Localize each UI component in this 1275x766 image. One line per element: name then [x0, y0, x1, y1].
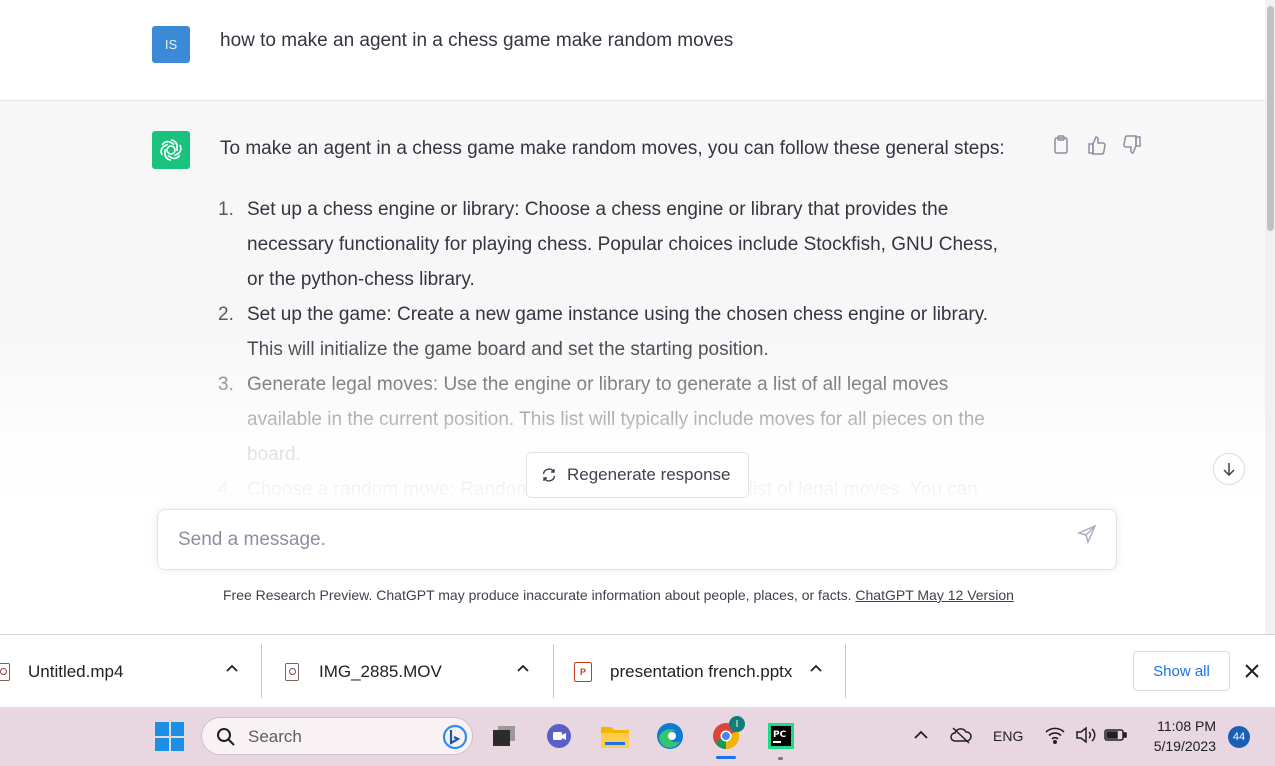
active-app-indicator	[716, 756, 736, 759]
video-file-icon	[0, 663, 10, 681]
assistant-message-row: To make an agent in a chess game make ra…	[0, 101, 1265, 501]
thumbs-down-icon[interactable]	[1122, 135, 1142, 157]
disclaimer: Free Research Preview. ChatGPT may produ…	[223, 587, 1014, 603]
clock-time: 11:08 PM	[1157, 718, 1216, 734]
chatgpt-logo-icon	[152, 131, 190, 169]
list-item-line: Generate legal moves: Use the engine or …	[247, 374, 949, 395]
message-composer	[157, 509, 1117, 570]
send-icon	[1077, 524, 1097, 544]
send-button[interactable]	[1074, 521, 1100, 547]
thumbs-up-icon[interactable]	[1087, 135, 1107, 157]
file-explorer-icon[interactable]	[600, 721, 630, 751]
task-view-icon[interactable]	[489, 721, 519, 751]
edge-browser-icon[interactable]	[655, 721, 685, 751]
bing-icon[interactable]	[442, 724, 468, 750]
list-item-line: available in the current position. This …	[247, 409, 985, 430]
download-item[interactable]: P presentation french.pptx	[574, 645, 792, 699]
version-link[interactable]: ChatGPT May 12 Version	[855, 587, 1013, 603]
assistant-intro-text: To make an agent in a chess game make ra…	[220, 138, 1005, 159]
windows-start-icon[interactable]	[155, 722, 184, 751]
volume-icon[interactable]	[1075, 725, 1097, 745]
onedrive-offline-icon[interactable]	[950, 725, 972, 745]
clock-date: 5/19/2023	[1153, 738, 1216, 754]
list-item: 2. Set up the game: Create a new game in…	[218, 297, 1048, 367]
chevron-up-icon[interactable]	[224, 660, 240, 676]
disclaimer-text: Free Research Preview. ChatGPT may produ…	[223, 587, 856, 603]
system-clock[interactable]: 11:08 PM 5/19/2023	[1140, 716, 1216, 756]
battery-icon[interactable]	[1104, 727, 1128, 743]
download-filename: presentation french.pptx	[610, 662, 793, 681]
teams-chat-icon[interactable]	[544, 721, 574, 751]
list-item-line: Set up a chess engine or library: Choose…	[247, 199, 949, 220]
user-message-text: how to make an agent in a chess game mak…	[220, 30, 734, 51]
pycharm-icon[interactable]: PC	[766, 721, 796, 751]
close-icon[interactable]	[1243, 662, 1261, 680]
download-item[interactable]: IMG_2885.MOV	[285, 645, 442, 699]
search-icon	[217, 728, 235, 746]
list-item-line: or the python-chess library.	[247, 269, 475, 290]
list-item-line: Set up the game: Create a new game insta…	[247, 304, 989, 325]
wifi-icon[interactable]	[1044, 725, 1066, 745]
regenerate-button[interactable]: Regenerate response	[526, 452, 749, 498]
video-file-icon	[285, 663, 299, 681]
download-filename: Untitled.mp4	[28, 662, 124, 681]
scroll-to-bottom-button[interactable]	[1213, 453, 1245, 485]
message-input[interactable]	[178, 524, 1058, 556]
copy-icon[interactable]	[1052, 135, 1072, 157]
download-item[interactable]: Untitled.mp4	[0, 645, 123, 699]
refresh-icon	[542, 468, 556, 482]
message-actions	[1052, 135, 1142, 157]
chat-area: IS how to make an agent in a chess game …	[0, 0, 1265, 634]
download-filename: IMG_2885.MOV	[319, 662, 442, 681]
scrollbar-thumb[interactable]	[1267, 6, 1274, 231]
list-item-line: necessary functionality for playing ches…	[247, 234, 998, 255]
download-bar: Untitled.mp4 IMG_2885.MOV P presentation…	[0, 634, 1275, 707]
arrow-down-icon	[1223, 463, 1235, 476]
list-item-line: This will initialize the game board and …	[247, 339, 769, 360]
list-item-number: 3.	[218, 374, 234, 395]
user-message-row: IS how to make an agent in a chess game …	[0, 0, 1265, 101]
list-item: 1. Set up a chess engine or library: Cho…	[218, 192, 1048, 297]
show-all-button[interactable]: Show all	[1133, 651, 1230, 691]
user-avatar: IS	[152, 26, 190, 63]
divider	[845, 644, 846, 698]
notification-badge[interactable]: 44	[1228, 726, 1250, 748]
show-hidden-icons-chevron-icon[interactable]	[912, 728, 930, 742]
divider	[261, 644, 262, 698]
language-indicator[interactable]: ENG	[993, 728, 1023, 744]
list-item-number: 1.	[218, 199, 234, 220]
list-item-number: 4.	[218, 479, 234, 500]
powerpoint-file-icon: P	[574, 662, 592, 682]
chevron-up-icon[interactable]	[515, 660, 531, 676]
list-item-number: 2.	[218, 304, 234, 325]
taskbar-search[interactable]: Search	[201, 717, 473, 755]
chrome-profile-badge: I	[729, 716, 745, 732]
regenerate-label: Regenerate response	[567, 465, 731, 484]
windows-taskbar: Search I PC ENG 11:08 PM 5/19/2023 44	[0, 707, 1275, 766]
svg-text:PC: PC	[773, 730, 787, 740]
running-app-indicator	[778, 757, 783, 760]
search-label: Search	[248, 727, 302, 746]
divider	[553, 644, 554, 698]
chevron-up-icon[interactable]	[808, 660, 824, 676]
